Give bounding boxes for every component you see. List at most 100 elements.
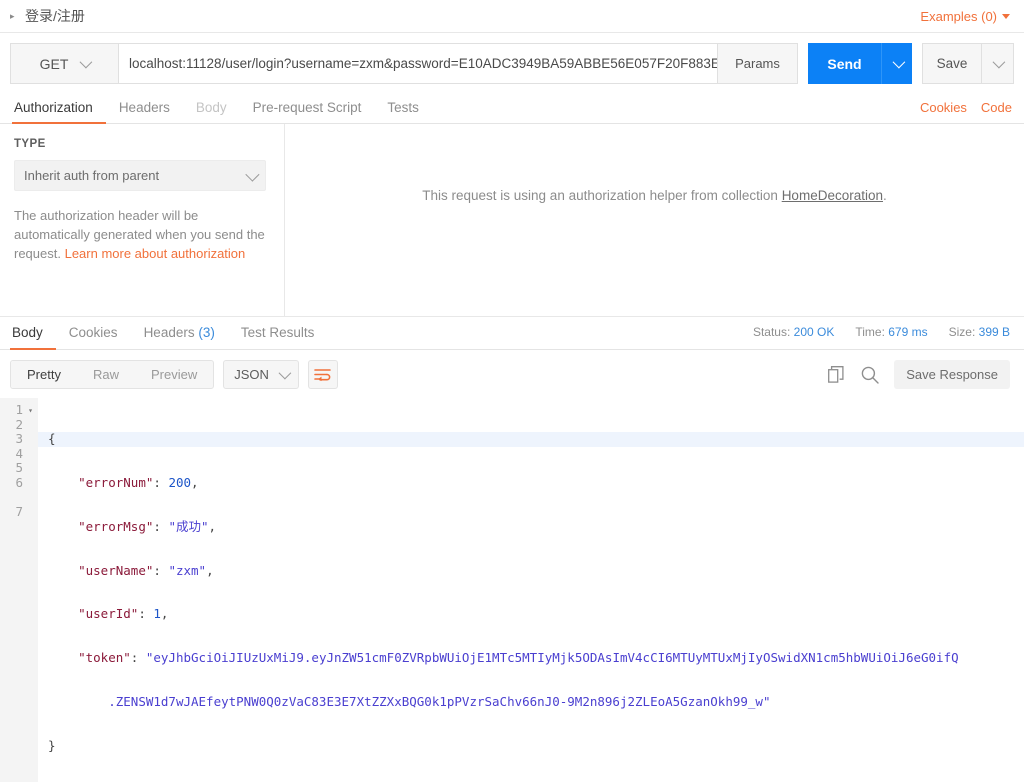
helper-note-prefix: This request is using an authorization h… <box>422 188 782 203</box>
url-input[interactable]: localhost:11128/user/login?username=zxm&… <box>118 43 718 84</box>
response-tab-headers[interactable]: Headers (3) <box>131 325 228 349</box>
send-options-button[interactable] <box>881 43 912 84</box>
json-value: 1 <box>153 606 161 622</box>
send-button[interactable]: Send <box>808 43 881 84</box>
size-value: 399 B <box>978 325 1010 339</box>
triangle-right-icon[interactable]: ▸ <box>10 11 22 21</box>
view-mode-group: Pretty Raw Preview <box>10 360 215 389</box>
view-preview[interactable]: Preview <box>135 361 213 388</box>
time-label: Time: <box>855 325 885 339</box>
examples-dropdown[interactable]: Examples (0) <box>920 9 1010 24</box>
chevron-down-icon <box>892 55 905 69</box>
copy-icon <box>828 366 844 383</box>
chevron-down-icon <box>79 55 93 69</box>
request-tabs-actions: Cookies Code <box>920 100 1012 123</box>
response-toolbar-actions: Save Response <box>826 360 1010 389</box>
json-comma: , <box>191 474 199 490</box>
json-key: "userId" <box>78 606 139 622</box>
chevron-down-icon <box>1002 13 1010 19</box>
json-comma: , <box>160 606 169 622</box>
line-number: 7 <box>15 504 23 520</box>
tab-headers[interactable]: Headers <box>106 100 183 123</box>
send-button-group: Send <box>808 43 912 84</box>
save-button[interactable]: Save <box>922 43 982 84</box>
size-label: Size: <box>948 325 976 339</box>
response-tab-test-results[interactable]: Test Results <box>228 325 328 349</box>
response-tab-body[interactable]: Body <box>10 325 56 350</box>
headers-count-badge: (3) <box>198 325 215 340</box>
authorization-pane: TYPE Inherit auth from parent The author… <box>0 124 1024 316</box>
line-number: 3 <box>15 431 23 447</box>
auth-type-select[interactable]: Inherit auth from parent <box>14 160 266 191</box>
time-value: 679 ms <box>888 325 928 339</box>
collection-link[interactable]: HomeDecoration <box>782 188 883 203</box>
http-method-select[interactable]: GET <box>10 43 118 84</box>
json-key: "errorNum" <box>78 474 154 490</box>
cookies-link[interactable]: Cookies <box>920 100 967 115</box>
tab-pre-request-script[interactable]: Pre-request Script <box>240 100 375 123</box>
json-open-brace: { <box>48 431 56 447</box>
code-link[interactable]: Code <box>981 100 1012 115</box>
auth-type-value: Inherit auth from parent <box>24 168 160 183</box>
response-tabs: Body Cookies Headers (3) Test Results St… <box>0 316 1024 350</box>
json-key: "userName" <box>78 562 154 578</box>
page-title: 登录/注册 <box>25 8 85 24</box>
json-value: "成功" <box>168 518 209 534</box>
line-number: 6 <box>15 474 23 490</box>
copy-button[interactable] <box>826 365 846 385</box>
auth-type-label: TYPE <box>14 138 46 150</box>
auth-help-text: The authorization header will be automat… <box>14 206 266 263</box>
http-method-value: GET <box>39 55 69 72</box>
save-options-button[interactable] <box>982 43 1014 84</box>
learn-more-link[interactable]: Learn more about authorization <box>65 246 246 261</box>
json-key: "token" <box>78 650 131 666</box>
line-number-gutter: 1 ▾ 2 3 4 5 6 7 <box>0 398 38 782</box>
response-toolbar: Pretty Raw Preview JSON Save Response <box>0 350 1024 398</box>
chevron-down-icon <box>278 366 292 380</box>
time-meta: Time: 679 ms <box>855 325 927 339</box>
json-key: "errorMsg" <box>78 518 154 534</box>
search-button[interactable] <box>860 365 880 385</box>
json-comma: , <box>206 562 214 578</box>
response-body-editor[interactable]: 1 ▾ 2 3 4 5 6 7 { "errorNum": 200, "erro… <box>0 398 1024 782</box>
code-line-wrapped: .ZENSW1d7wJAEfeytPNW0Q0zVaC83E3E7XtZZXxB… <box>48 693 1024 710</box>
view-pretty[interactable]: Pretty <box>11 361 77 388</box>
line-number-spacer <box>0 491 34 506</box>
auth-type-panel: TYPE Inherit auth from parent The author… <box>0 124 285 316</box>
line-number: 1 ▾ <box>0 402 34 419</box>
chevron-down-icon <box>245 167 260 182</box>
url-text: localhost:11128/user/login?username=zxm&… <box>129 56 718 71</box>
save-response-button[interactable]: Save Response <box>894 360 1010 389</box>
json-value-continuation: .ZENSW1d7wJAEfeytPNW0Q0zVaC83E3E7XtZZXxB… <box>108 693 771 709</box>
url-bar: GET localhost:11128/user/login?username=… <box>0 33 1024 93</box>
view-raw[interactable]: Raw <box>77 361 135 388</box>
request-titlebar: ▸ 登录/注册 Examples (0) <box>0 0 1024 33</box>
code-line: "userId": 1, <box>78 606 169 622</box>
tab-body[interactable]: Body <box>183 100 240 123</box>
size-meta: Size: 399 B <box>949 325 1010 339</box>
code-line: "token": "eyJhbGciOiJIUzUxMiJ9.eyJnZW51c… <box>78 650 959 666</box>
status-label: Status: <box>752 325 791 339</box>
save-button-group: Save <box>922 43 1014 84</box>
params-button[interactable]: Params <box>718 43 798 84</box>
json-close-brace: } <box>48 737 56 753</box>
word-wrap-button[interactable] <box>307 360 338 389</box>
code-fold-icon[interactable]: ▾ <box>28 404 33 419</box>
tab-tests[interactable]: Tests <box>374 100 432 123</box>
response-meta: Status: 200 OK Time: 679 ms Size: 399 B <box>753 325 1010 349</box>
word-wrap-icon <box>314 369 332 381</box>
line-number-text: 1 <box>15 402 23 417</box>
line-number: 4 <box>15 445 23 461</box>
format-select[interactable]: JSON <box>223 360 299 389</box>
examples-label: Examples (0) <box>920 8 997 24</box>
helper-note-suffix: . <box>882 188 887 203</box>
response-tab-headers-label: Headers <box>143 325 195 340</box>
tab-authorization[interactable]: Authorization <box>12 100 106 124</box>
json-code-content[interactable]: { "errorNum": 200, "errorMsg": "成功", "us… <box>38 398 1024 782</box>
json-value: 200 <box>168 474 192 490</box>
json-value: "eyJhbGciOiJIUzUxMiJ9.eyJnZW51cmF0ZVRpbW… <box>145 650 959 666</box>
request-tabs: Authorization Headers Body Pre-request S… <box>0 93 1024 124</box>
response-tab-cookies[interactable]: Cookies <box>56 325 131 349</box>
json-comma: , <box>208 518 217 534</box>
line-number: 5 <box>15 460 23 476</box>
